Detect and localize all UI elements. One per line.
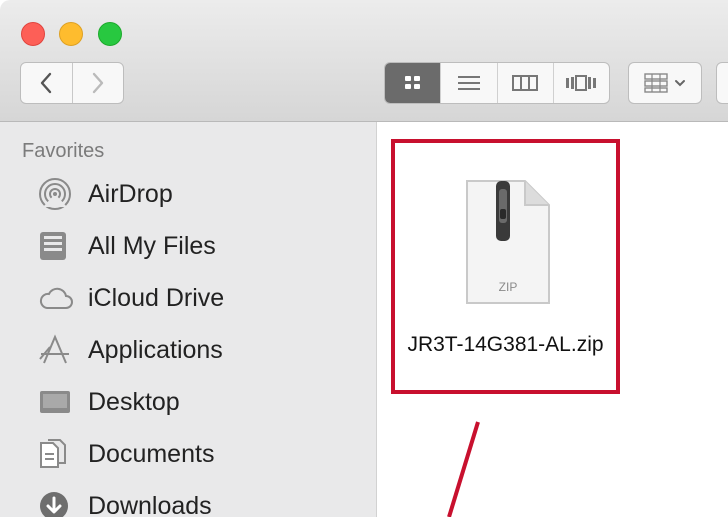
sidebar-item-label: Downloads [88,491,212,517]
sidebar-item-label: Applications [88,335,223,364]
sidebar-item-all-my-files[interactable]: All My Files [38,224,358,268]
sidebar-item-label: Desktop [88,387,180,416]
chevron-right-icon [92,72,103,94]
sidebar-item-label: iCloud Drive [88,283,225,312]
sidebar-item-documents[interactable]: Documents [38,432,358,476]
sidebar-item-downloads[interactable]: Downloads [38,484,358,517]
minimize-window-button[interactable] [59,22,83,46]
chevron-left-icon [41,72,52,94]
sidebar-item-applications[interactable]: Applications [38,328,358,372]
sidebar-item-desktop[interactable]: Desktop [38,380,358,424]
cover-flow-view-button[interactable] [552,63,609,103]
forward-button[interactable] [71,63,124,103]
sidebar: Favorites AirDrop All My Files iCloud Dr… [0,122,377,517]
icon-grid-icon [404,76,420,89]
finder-window: Favorites AirDrop All My Files iCloud Dr… [0,0,728,517]
downloads-icon [38,489,76,517]
all-my-files-icon [38,229,76,263]
applications-icon [38,333,76,367]
columns-icon [512,75,539,91]
annotation-arrow-line [447,421,480,517]
arrange-button[interactable] [628,62,702,104]
sidebar-item-label: Documents [88,439,215,468]
airdrop-icon [38,177,76,211]
share-button[interactable] [716,62,728,104]
sidebar-item-airdrop[interactable]: AirDrop [38,172,358,216]
cover-flow-icon [566,75,597,91]
sidebar-section-favorites: Favorites [22,140,105,162]
sidebar-item-label: All My Files [88,231,216,260]
list-lines-icon [457,76,480,90]
file-browser-content: ZIP JR3T-14G381-AL.zip [377,122,728,517]
arrange-grid-icon [644,73,668,93]
cloud-icon [38,281,76,315]
zoom-window-button[interactable] [98,22,122,46]
documents-icon [38,437,76,471]
back-button[interactable] [21,63,72,103]
chevron-down-icon [675,80,685,87]
desktop-icon [38,385,76,419]
column-view-button[interactable] [496,63,553,103]
back-forward-group [20,62,124,104]
sidebar-item-icloud-drive[interactable]: iCloud Drive [38,276,358,320]
close-window-button[interactable] [21,22,45,46]
sidebar-item-label: AirDrop [88,179,173,208]
view-mode-group [384,62,610,104]
icon-view-button[interactable] [385,63,441,103]
list-view-button[interactable] [440,63,496,103]
toolbar [0,0,728,122]
